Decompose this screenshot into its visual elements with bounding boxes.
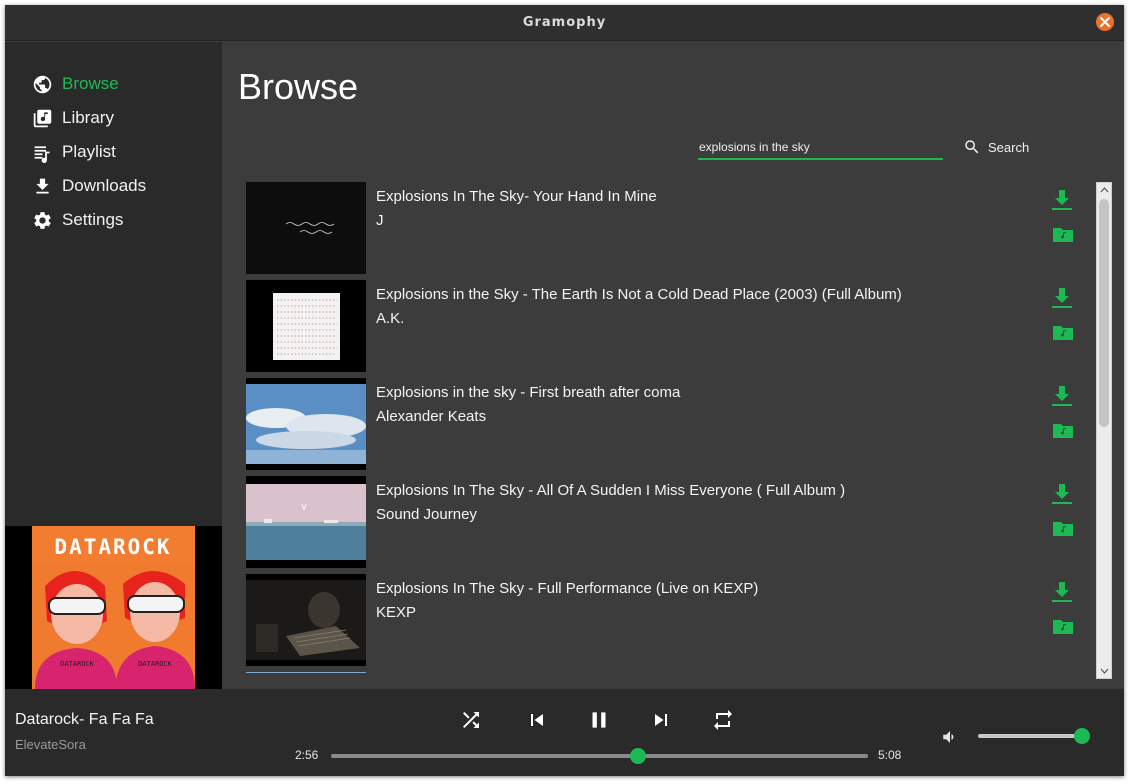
sidebar-item-settings[interactable]: Settings [31,207,123,233]
total-duration: 5:08 [878,748,902,762]
result-artist: J [376,212,384,229]
search-button[interactable]: Search [963,138,1029,156]
scrollbar-thumb[interactable] [1099,199,1109,427]
app-window: Gramophy Browse Library Playlist Downloa… [5,5,1124,776]
sidebar-item-label: Library [62,108,114,127]
elapsed-time: 2:56 [295,748,319,762]
browse-panel: Browse Search Explosions In The Sky- You… [222,42,1124,689]
sidebar-item-downloads[interactable]: Downloads [31,173,146,199]
next-button[interactable] [647,707,675,733]
shuffle-button[interactable] [457,707,485,733]
results-list[interactable]: Explosions In The Sky- Your Hand In Mine… [246,182,1091,679]
result-thumbnail [246,574,366,666]
download-icon [31,175,53,197]
shuffle-icon [463,712,479,728]
results-scrollbar[interactable] [1096,182,1112,679]
pause-button[interactable] [585,707,613,733]
search-field[interactable] [698,136,943,160]
download-icon[interactable] [1051,188,1073,212]
sidebar-item-library[interactable]: Library [31,105,114,131]
settings-cog-icon [31,209,53,231]
result-thumbnail [246,182,366,274]
result-title: Explosions In The Sky - Full Performance… [376,580,759,597]
open-folder-icon[interactable] [1052,519,1074,537]
open-folder-icon[interactable] [1052,225,1074,243]
result-thumbnail [246,378,366,470]
result-title: Explosions in the Sky - The Earth Is Not… [376,286,902,303]
volume-slider[interactable] [978,728,1090,744]
open-folder-icon[interactable] [1052,617,1074,635]
result-artist: Alexander Keats [376,408,487,425]
next-thumbnail-peek [246,672,366,679]
repeat-button[interactable] [709,707,737,733]
skip-previous-icon [531,714,543,726]
scroll-down-icon[interactable] [1100,667,1109,675]
seek-bar[interactable] [331,748,868,764]
sidebar-item-label: Downloads [62,176,147,195]
cover-title-text: DATAROCK [54,535,171,559]
now-playing-artist: ElevateSora [15,737,86,752]
result-artist: Sound Journey [376,506,477,523]
window-title: Gramophy [522,15,607,30]
title-bar[interactable]: Gramophy [5,5,1124,41]
globe-icon [31,73,53,95]
open-folder-icon[interactable] [1052,323,1074,341]
page-title: Browse [238,66,359,107]
cover-band-label: DATAROCK [60,660,95,668]
repeat-icon [714,710,732,730]
close-icon [1100,17,1110,27]
list-item[interactable]: Explosions In The Sky - Full Performance… [246,574,1091,666]
close-button[interactable] [1096,13,1114,31]
list-item[interactable]: Explosions in the Sky - The Earth Is Not… [246,280,1091,372]
sidebar: Browse Library Playlist Downloads Settin… [5,42,222,689]
download-icon[interactable] [1051,384,1073,408]
library-music-icon [31,107,53,129]
download-icon[interactable] [1051,482,1073,506]
sidebar-item-browse[interactable]: Browse [31,71,119,97]
result-artist: KEXP [376,604,417,621]
now-playing-title: Datarock- Fa Fa Fa [15,711,154,728]
list-item[interactable]: Explosions in the sky - First breath aft… [246,378,1091,470]
volume-icon[interactable] [939,728,961,746]
skip-next-icon [655,714,667,726]
seek-bar-handle[interactable] [629,748,646,764]
sidebar-item-playlist[interactable]: Playlist [31,139,116,165]
result-title: Explosions In The Sky - All Of A Sudden … [376,482,846,499]
pause-icon [592,712,606,728]
result-title: Explosions in the sky - First breath aft… [376,384,681,401]
volume-slider-handle[interactable] [1074,728,1090,744]
download-icon[interactable] [1051,580,1073,604]
search-input[interactable] [698,136,943,158]
sidebar-item-label: Settings [62,210,124,229]
playlist-icon [31,141,53,163]
search-button-label: Search [988,139,1030,155]
result-artist: A.K. [376,310,405,327]
now-playing-cover-art: DATAROCK DATAROCK DATAROCK [5,526,222,689]
search-icon [965,140,979,154]
previous-button[interactable] [523,707,551,733]
sidebar-item-label: Browse [62,74,119,93]
result-thumbnail [246,476,366,568]
list-item[interactable]: Explosions In The Sky- Your Hand In Mine… [246,182,1091,274]
list-item[interactable]: Explosions In The Sky - All Of A Sudden … [246,476,1091,568]
open-folder-icon[interactable] [1052,421,1074,439]
download-icon[interactable] [1051,286,1073,310]
sidebar-item-label: Playlist [62,142,116,161]
result-title: Explosions In The Sky- Your Hand In Mine [376,188,657,205]
cover-band-label: DATAROCK [138,660,173,668]
scroll-up-icon[interactable] [1100,186,1109,194]
result-thumbnail [246,280,366,372]
player-bar: Datarock- Fa Fa Fa ElevateSora 2:56 5:08 [5,689,1124,776]
